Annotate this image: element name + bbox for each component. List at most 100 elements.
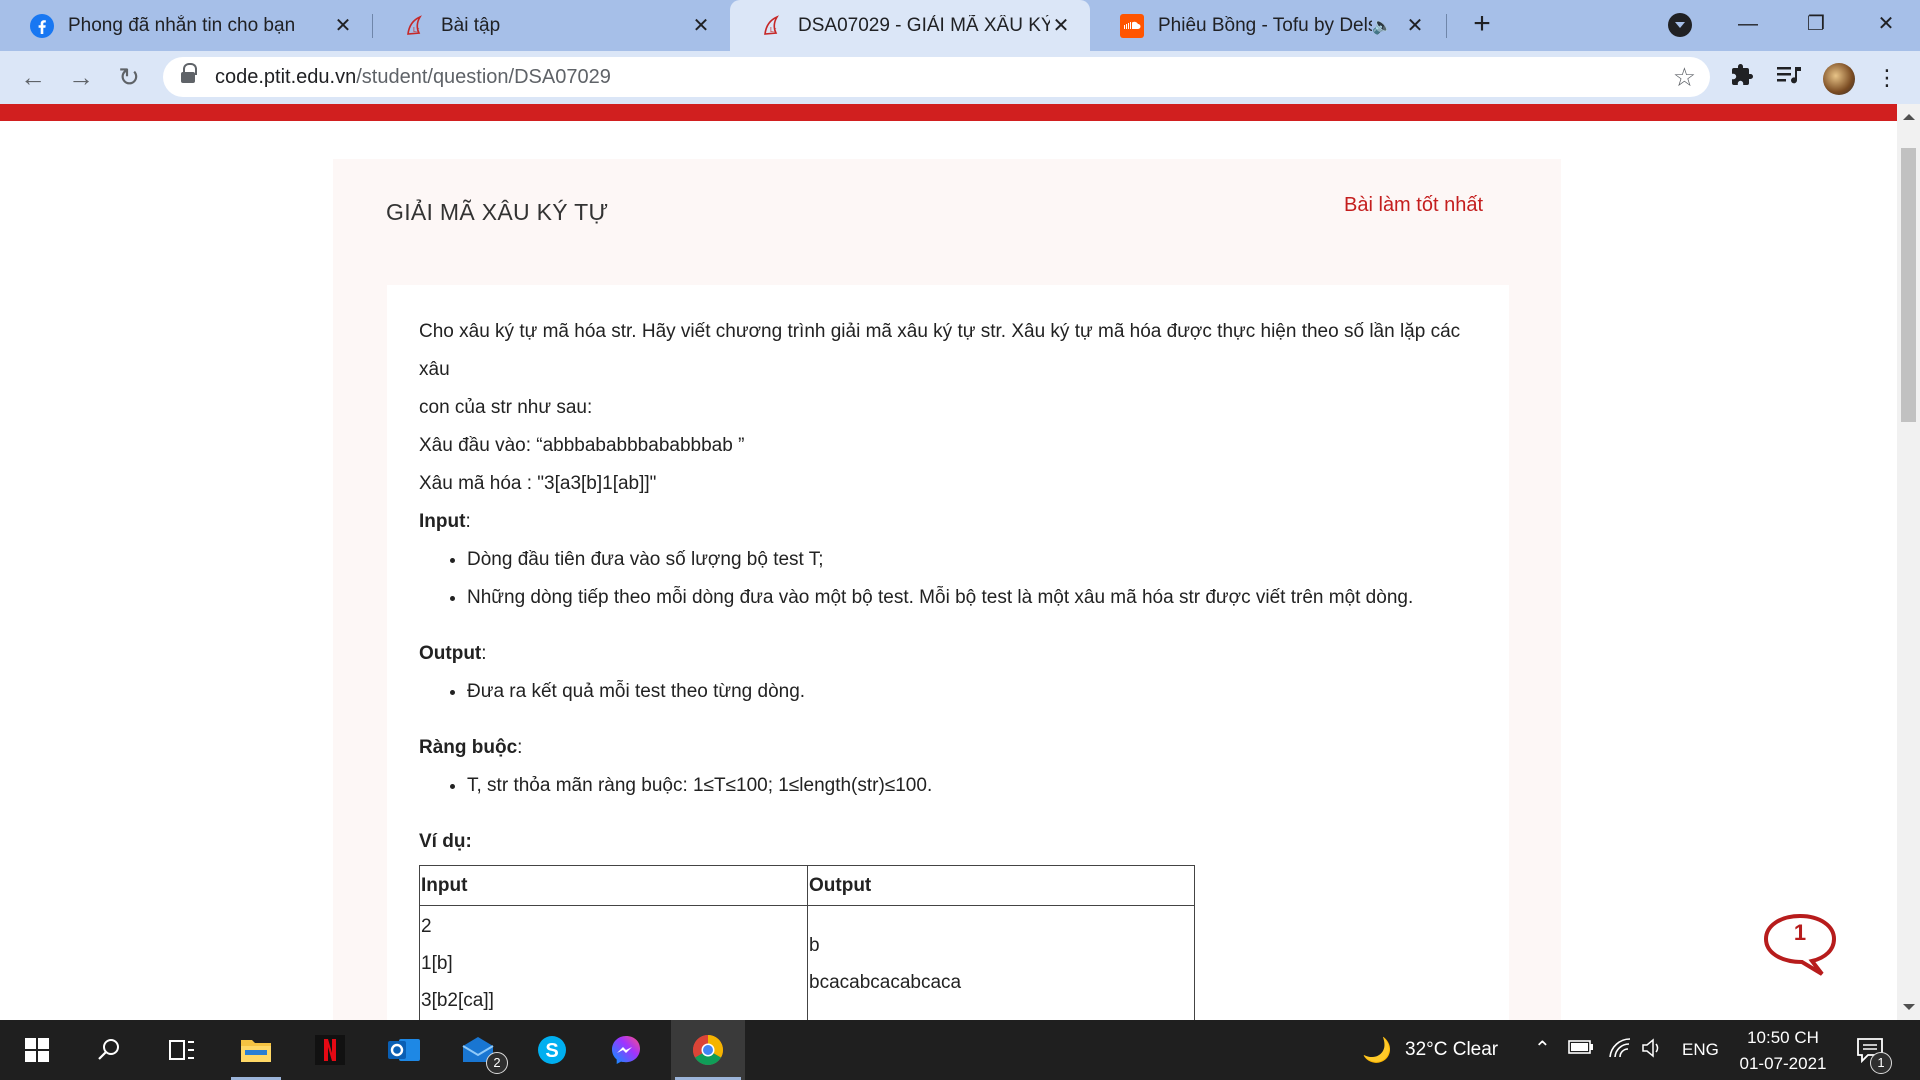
weather-text[interactable]: 32°C Clear [1405, 1039, 1498, 1061]
speaker-icon[interactable]: 🔈 [1372, 16, 1392, 36]
skype-icon[interactable]: S [515, 1020, 589, 1080]
mail-badge: 2 [486, 1052, 508, 1074]
mail-icon[interactable]: 2 [441, 1020, 515, 1080]
tab-close-icon[interactable]: ✕ [332, 15, 354, 37]
best-submissions-link[interactable]: Bài làm tốt nhất [1344, 194, 1483, 217]
table-cell-input: 2 1[b] 3[b2[ca]] [419, 905, 808, 1020]
reload-icon[interactable]: ↻ [112, 61, 146, 95]
svg-text:S: S [545, 1040, 558, 1062]
volume-icon[interactable] [1641, 1037, 1665, 1065]
tab-dsa07029[interactable]: Lr DSA07029 - GIẢI MÃ XÂU KÝ TỰ ✕ [730, 0, 1090, 51]
output-label: Output [419, 643, 482, 664]
list-item: Những dòng tiếp theo mỗi dòng đưa vào mộ… [467, 579, 1477, 617]
example-heading: Ví dụ: [419, 831, 472, 852]
tab-search-icon[interactable] [1668, 13, 1692, 37]
input-heading: Input: [419, 511, 471, 532]
intro-text: Cho xâu ký tự mã hóa str. Hãy viết chươn… [419, 313, 1477, 427]
language-indicator[interactable]: ENG [1682, 1040, 1719, 1060]
ptit-icon: Lr [760, 14, 784, 38]
input-list: Dòng đầu tiên đưa vào số lượng bộ test T… [419, 541, 1477, 617]
chat-bubble-button[interactable]: 1 [1762, 912, 1838, 978]
scroll-up-icon[interactable] [1903, 114, 1915, 120]
battery-icon[interactable] [1568, 1039, 1594, 1061]
intro-line-2: con của str như sau: [419, 397, 593, 418]
browser-tabstrip: Phong đã nhắn tin cho bạn ✕ Lr Bài tập ✕… [0, 0, 1920, 51]
netflix-icon[interactable] [293, 1020, 367, 1080]
page-scrollbar[interactable] [1897, 104, 1920, 1020]
facebook-icon [30, 13, 54, 38]
input-line: 3[b2[ca]] [421, 990, 494, 1011]
output-line: bcacabcacabcaca [809, 971, 962, 993]
messenger-icon[interactable] [589, 1020, 663, 1080]
outlook-icon[interactable] [367, 1020, 441, 1080]
lock-icon [181, 63, 197, 85]
question-title: GIẢI MÃ XÂU KÝ TỰ [386, 199, 609, 225]
chrome-icon[interactable] [671, 1020, 745, 1080]
constraint-list: T, str thỏa mãn ràng buộc: 1≤T≤100; 1≤le… [419, 767, 1477, 805]
table-header-cell: Input [419, 865, 808, 906]
bookmark-star-icon[interactable]: ☆ [1673, 63, 1696, 91]
tab-close-icon[interactable]: ✕ [690, 15, 712, 37]
extensions-puzzle-icon[interactable] [1727, 63, 1757, 93]
output-line: b [809, 934, 820, 956]
task-view-icon[interactable] [144, 1020, 218, 1080]
restore-icon[interactable]: ❐ [1796, 6, 1836, 42]
page-viewport: GIẢI MÃ XÂU KÝ TỰ Bài làm tốt nhất Cho x… [0, 121, 1897, 1020]
example-encoded-line: Xâu mã hóa : "3[a3[b]1[ab]]" [419, 473, 657, 494]
tab-separator [1446, 14, 1447, 38]
windows-taskbar: 2 S 🌙 32°C Clear ⌃ ENG 10:50 CH 01-07-20… [0, 1020, 1920, 1080]
ptit-icon: Lr [403, 14, 427, 38]
table-row: 2 1[b] 3[b2[ca]] b bcacabcacabcaca [419, 905, 1195, 1020]
output-heading: Output: [419, 643, 487, 664]
list-item: T, str thỏa mãn ràng buộc: 1≤T≤100; 1≤le… [467, 767, 1477, 805]
scroll-thumb[interactable] [1901, 148, 1916, 422]
list-item: Đưa ra kết quả mỗi test theo từng dòng. [467, 673, 1477, 711]
scroll-down-icon[interactable] [1903, 1004, 1915, 1010]
browser-toolbar: ← → ↻ code.ptit.edu.vn/student/question/… [0, 51, 1920, 104]
chevron-up-icon[interactable]: ⌃ [1534, 1036, 1551, 1061]
notification-badge: 1 [1870, 1052, 1892, 1074]
close-window-icon[interactable]: ✕ [1866, 6, 1906, 42]
table-header-row: Input Output [419, 865, 1195, 906]
soundcloud-icon [1120, 13, 1144, 38]
output-list: Đưa ra kết quả mỗi test theo từng dòng. [419, 673, 1477, 711]
address-bar[interactable]: code.ptit.edu.vn/student/question/DSA070… [163, 57, 1710, 97]
url-path: /student/question/DSA07029 [356, 65, 611, 88]
minimize-icon[interactable]: — [1728, 6, 1768, 42]
wifi-icon[interactable] [1608, 1037, 1632, 1065]
tab-close-icon[interactable]: ✕ [1050, 15, 1072, 37]
tab-soundcloud[interactable]: Phiêu Bồng - Tofu by Delspx 🔈 ✕ [1090, 0, 1444, 51]
tab-close-icon[interactable]: ✕ [1404, 15, 1426, 37]
kebab-menu-icon[interactable]: ⋮ [1872, 63, 1902, 93]
tab-title: Phiêu Bồng - Tofu by Delspx [1158, 14, 1372, 36]
constraint-heading: Ràng buộc: [419, 737, 523, 758]
file-explorer-icon[interactable] [219, 1020, 293, 1080]
search-icon[interactable] [72, 1020, 146, 1080]
list-item: Dòng đầu tiên đưa vào số lượng bộ test T… [467, 541, 1477, 579]
media-control-icon[interactable] [1774, 63, 1804, 93]
profile-avatar[interactable] [1823, 63, 1855, 95]
tab-facebook[interactable]: Phong đã nhắn tin cho bạn ✕ [0, 0, 372, 51]
constraint-label: Ràng buộc [419, 737, 518, 758]
url-host: code.ptit.edu.vn [215, 65, 357, 88]
site-header-bar [0, 104, 1897, 121]
question-card: GIẢI MÃ XÂU KÝ TỰ Bài làm tốt nhất Cho x… [333, 159, 1561, 1020]
example-input-line: Xâu đầu vào: “abbbababbbababbbab ” [419, 435, 745, 456]
moon-icon: 🌙 [1362, 1037, 1392, 1064]
tab-title: Bài tập [441, 14, 501, 36]
chat-count: 1 [1793, 920, 1807, 945]
tab-bai-tap[interactable]: Lr Bài tập ✕ [373, 0, 730, 51]
table-header-cell: Output [807, 865, 1195, 906]
clock-time[interactable]: 10:50 CH [1738, 1028, 1828, 1048]
tab-title: DSA07029 - GIẢI MÃ XÂU KÝ TỰ [798, 14, 1050, 36]
new-tab-button[interactable]: + [1466, 9, 1498, 41]
example-table: Input Output 2 1[b] 3[b2[ca]] b bcacabca… [419, 865, 1195, 1020]
start-windows-icon[interactable] [0, 1020, 74, 1080]
forward-arrow-icon[interactable]: → [64, 61, 98, 95]
input-line: 1[b] [421, 953, 453, 974]
table-cell-output: b bcacabcacabcaca [807, 905, 1195, 1020]
clock-date[interactable]: 01-07-2021 [1733, 1054, 1833, 1074]
back-arrow-icon[interactable]: ← [16, 61, 50, 95]
url-text: code.ptit.edu.vn/student/question/DSA070… [215, 66, 611, 89]
tab-title: Phong đã nhắn tin cho bạn [68, 14, 296, 36]
